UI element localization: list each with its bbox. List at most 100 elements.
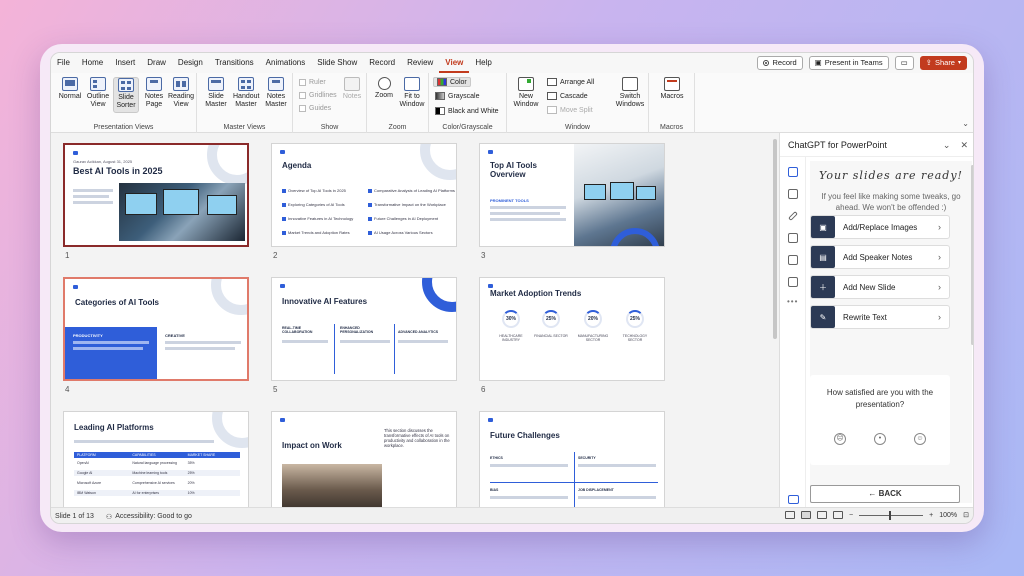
- gridlines-checkbox[interactable]: Gridlines: [299, 92, 337, 99]
- switch-windows-button[interactable]: Switch Windows: [615, 77, 645, 109]
- slide-thumbnail-5[interactable]: Innovative AI Features REAL-TIME COLLABO…: [271, 277, 457, 381]
- slideshow-icon[interactable]: [833, 511, 844, 519]
- record-button[interactable]: Record: [757, 56, 803, 70]
- grayscale-button[interactable]: Grayscale: [435, 92, 480, 100]
- zoom-level[interactable]: 100%: [939, 512, 957, 519]
- zoom-button[interactable]: Zoom: [371, 77, 397, 100]
- ruler-checkbox[interactable]: Ruler: [299, 79, 326, 86]
- notes-master-button[interactable]: Notes Master: [263, 77, 289, 109]
- happy-face-icon[interactable]: ☺: [914, 433, 926, 445]
- window-group-label: Window: [565, 124, 590, 131]
- menu-slide-show[interactable]: Slide Show: [311, 53, 363, 73]
- slide-5-col-3: ADVANCED ANALYTICS: [398, 330, 439, 334]
- presentation-icon[interactable]: [788, 167, 798, 177]
- share-button[interactable]: ⇪ Share ▾: [919, 56, 967, 70]
- color-button[interactable]: Color: [433, 77, 471, 87]
- slide-master-button[interactable]: Slide Master: [203, 77, 229, 109]
- black-white-button[interactable]: Black and White: [435, 107, 499, 115]
- color-label: Color: [450, 78, 467, 86]
- zoom-out-icon[interactable]: −: [849, 512, 853, 519]
- slide-thumbnail-2[interactable]: Agenda Overview of Top AI Tools in 2025 …: [271, 143, 457, 247]
- menu-animations[interactable]: Animations: [260, 53, 312, 73]
- reading-view-icon[interactable]: [817, 511, 828, 519]
- present-in-teams-button[interactable]: ▣ Present in Teams: [808, 56, 889, 70]
- menu-review[interactable]: Review: [401, 53, 439, 73]
- new-window-button[interactable]: New Window: [513, 77, 539, 109]
- notes-label: Notes: [342, 93, 362, 100]
- handout-master-button[interactable]: Handout Master: [233, 77, 259, 109]
- adoption-ring-4: 25%: [626, 310, 644, 328]
- guides-checkbox[interactable]: Guides: [299, 105, 331, 112]
- arrange-all-button[interactable]: Arrange All: [547, 78, 594, 86]
- menu-view[interactable]: View: [439, 53, 470, 73]
- slide-thumbnail-8[interactable]: Impact on Work This section discusses th…: [271, 411, 457, 507]
- slide-thumbnail-9[interactable]: Future Challenges ETHICS SECURITY BIAS J…: [479, 411, 665, 507]
- normal-view-button[interactable]: Normal: [57, 77, 83, 101]
- pencil-icon[interactable]: [788, 211, 798, 221]
- menu-home[interactable]: Home: [76, 53, 109, 73]
- menu-transitions[interactable]: Transitions: [209, 53, 260, 73]
- neutral-face-icon[interactable]: •: [874, 433, 886, 445]
- notes-toggle-button[interactable]: Notes: [339, 77, 365, 101]
- pane-scrollbar[interactable]: [970, 157, 973, 507]
- add-new-slide-button[interactable]: ＋ Add New Slide ›: [810, 275, 950, 299]
- slide-thumbnail-6[interactable]: Market Adoption Trends 30% 25% 20% 25% H…: [479, 277, 665, 381]
- sad-face-icon[interactable]: ☹: [834, 433, 846, 445]
- scrollbar-thumb[interactable]: [773, 139, 777, 339]
- cascade-button[interactable]: Cascade: [547, 92, 588, 100]
- sorter-scrollbar[interactable]: [771, 133, 779, 507]
- add-slide-icon[interactable]: [788, 277, 798, 287]
- ribbon: Normal Outline View Slide Sorter Notes P…: [51, 73, 973, 133]
- image-icon[interactable]: [788, 233, 798, 243]
- share-label: Share: [934, 58, 955, 67]
- back-button[interactable]: ← BACK: [810, 485, 960, 503]
- slide-thumbnail-7[interactable]: Leading AI Platforms PLATFORM CAPABILITIE…: [63, 411, 249, 507]
- comments-button[interactable]: ▭: [894, 56, 914, 70]
- notes-master-label-1: Notes: [266, 93, 286, 100]
- menu-record[interactable]: Record: [363, 53, 401, 73]
- menu-insert[interactable]: Insert: [109, 53, 141, 73]
- notes-page-button[interactable]: Notes Page: [141, 77, 167, 109]
- pencil-icon: ✎: [811, 306, 835, 328]
- fit-slide-icon[interactable]: ⊡: [963, 511, 969, 519]
- slide-sorter-icon[interactable]: [801, 511, 812, 519]
- note-icon[interactable]: [788, 255, 798, 265]
- add-speaker-notes-button[interactable]: ▤ Add Speaker Notes ›: [810, 245, 950, 269]
- slide-1-author: Gaurav Acikkan, August 31, 2025: [73, 159, 133, 164]
- menu-design[interactable]: Design: [172, 53, 209, 73]
- cell: OpenAI: [77, 461, 89, 465]
- master-views-label: Master Views: [223, 124, 266, 131]
- cell: 25%: [187, 471, 195, 475]
- menu-draw[interactable]: Draw: [141, 53, 172, 73]
- more-icon[interactable]: •••: [787, 297, 798, 306]
- menu-file[interactable]: File: [51, 53, 76, 73]
- accessibility-label: Accessibility: Good to go: [115, 513, 192, 520]
- chevron-down-icon[interactable]: ⌄: [943, 133, 951, 157]
- accessibility-status[interactable]: ⚇ Accessibility: Good to go: [106, 513, 192, 521]
- add-replace-images-button[interactable]: ▣ Add/Replace Images ›: [810, 215, 950, 239]
- chat-icon[interactable]: [788, 495, 799, 504]
- slide-9-job-displacement: JOB DISPLACEMENT: [578, 488, 614, 492]
- normal-view-icon: [62, 77, 78, 91]
- zoom-slider[interactable]: [859, 510, 924, 520]
- zoom-in-icon[interactable]: +: [929, 512, 933, 519]
- rewrite-text-button[interactable]: ✎ Rewrite Text ›: [810, 305, 950, 329]
- agenda-item: Comparative Analysis of Leading AI Platf…: [374, 188, 455, 193]
- close-icon[interactable]: ✕: [960, 133, 968, 157]
- window-frame: File Home Insert Draw Design Transitions…: [40, 44, 984, 532]
- move-split-button[interactable]: Move Split: [547, 106, 593, 114]
- move-split-icon: [547, 106, 557, 114]
- macros-button[interactable]: Macros: [657, 77, 687, 101]
- slide-thumbnail-4[interactable]: Categories of AI Tools PRODUCTIVITY CREA…: [63, 277, 249, 381]
- document-icon[interactable]: [788, 189, 798, 199]
- menu-help[interactable]: Help: [469, 53, 497, 73]
- slide-sorter-button[interactable]: Slide Sorter: [113, 77, 139, 113]
- normal-view-icon[interactable]: [785, 511, 796, 519]
- slide-thumbnail-3[interactable]: Top AI Tools Overview PROMINENT TOOLS: [479, 143, 665, 247]
- slide-thumbnail-1[interactable]: Gaurav Acikkan, August 31, 2025 Best AI …: [63, 143, 249, 247]
- collapse-ribbon-icon[interactable]: ⌄: [962, 119, 969, 128]
- reading-view-button[interactable]: Reading View: [167, 77, 195, 109]
- outline-view-button[interactable]: Outline View: [85, 77, 111, 109]
- fit-to-window-button[interactable]: Fit to Window: [399, 77, 425, 109]
- pane-content: Your slides are ready! If you feel like …: [810, 161, 972, 503]
